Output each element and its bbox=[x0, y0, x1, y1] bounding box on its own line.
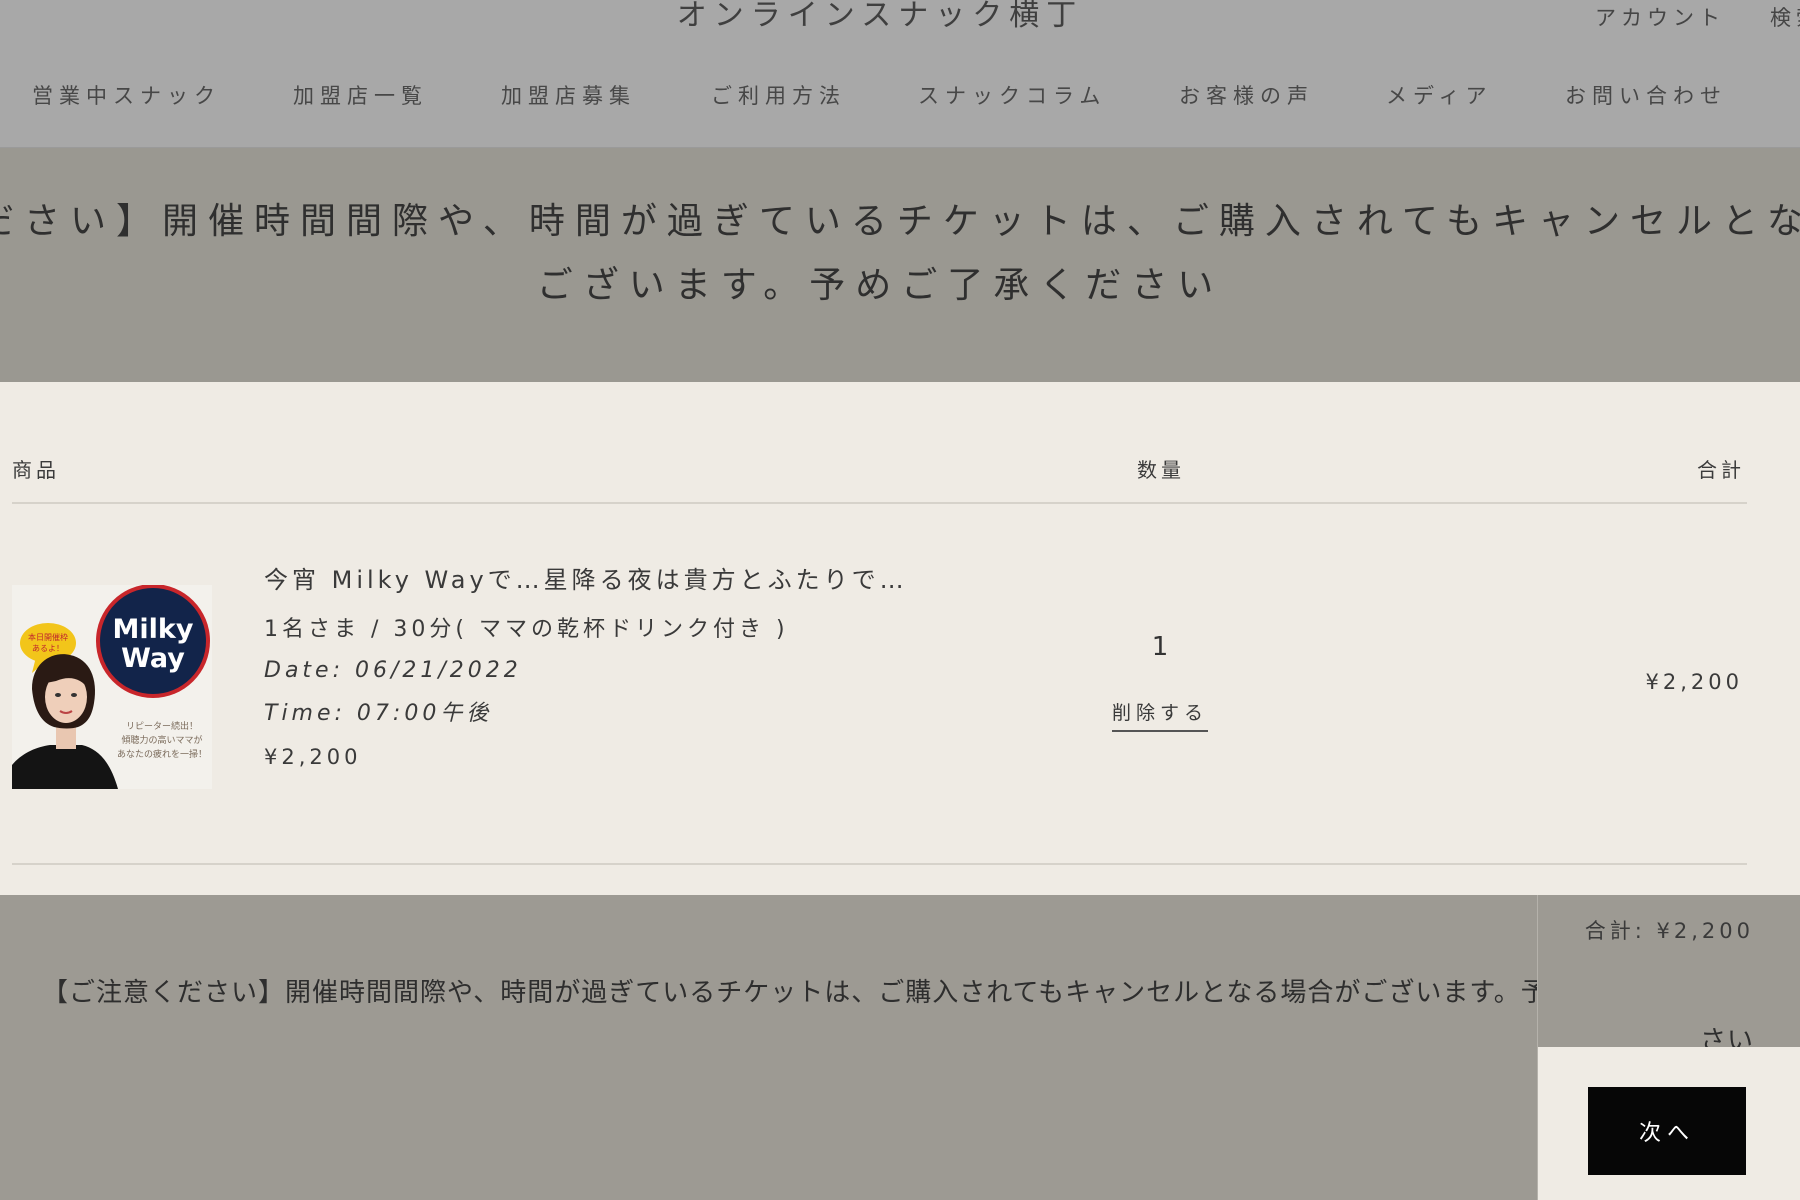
cart-item-price: ¥2,200 bbox=[264, 745, 362, 769]
product-thumbnail[interactable]: 本日開催枠 あるよ！ Milky Way リピーター続出！ 傾聴力の高いママが … bbox=[12, 585, 212, 789]
table-row-divider bbox=[12, 863, 1747, 865]
thumb-logo-line2: Way bbox=[121, 643, 185, 674]
cart-item-quantity[interactable]: 1 bbox=[1140, 632, 1180, 662]
checkout-button-area: 次へ bbox=[1538, 1047, 1800, 1200]
main-nav: 営業中スナック 加盟店一覧 加盟店募集 ご利用方法 スナックコラム お客様の声 … bbox=[0, 80, 1800, 112]
column-header-total: 合計 bbox=[1697, 458, 1745, 482]
site-title[interactable]: オンラインスナック横丁 bbox=[0, 0, 1760, 34]
notice-marquee: ださい】開催時間間際や、時間が過ぎているチケットは、ご購入されてもキャンセルとな… bbox=[0, 148, 1800, 382]
nav-item-recruitment[interactable]: 加盟店募集 bbox=[501, 80, 636, 110]
cart-item-variant: 1名さま / 30分( ママの乾杯ドリンク付き ) bbox=[264, 617, 789, 642]
thumb-caption-1: リピーター続出！ bbox=[126, 720, 198, 732]
column-header-product: 商品 bbox=[12, 458, 60, 482]
remove-item-link[interactable]: 削除する bbox=[1112, 698, 1209, 732]
notice-marquee-line2: ございます。予めご了承ください bbox=[536, 265, 1224, 306]
search-link[interactable]: 検索 bbox=[1770, 2, 1800, 32]
table-header-divider bbox=[12, 502, 1747, 504]
checkout-panel: 合計: ¥2,200 さい 次へ bbox=[1537, 895, 1800, 1200]
cart-subtotal: 合計: ¥2,200 bbox=[1584, 919, 1754, 943]
nav-item-column[interactable]: スナックコラム bbox=[918, 80, 1106, 110]
cart-item-time: Time: 07:00午後 bbox=[264, 701, 493, 726]
milky-way-snack-thumbnail: 本日開催枠 あるよ！ Milky Way リピーター続出！ 傾聴力の高いママが … bbox=[12, 585, 212, 789]
thumb-logo-line1: Milky bbox=[113, 614, 194, 645]
site-header: オンラインスナック横丁 アカウント 検索 営業中スナック 加盟店一覧 加盟店募集… bbox=[0, 0, 1800, 148]
notice-marquee-line1: ださい】開催時間間際や、時間が過ぎているチケットは、ご購入されてもキャンセルとな bbox=[0, 201, 1800, 242]
nav-item-media[interactable]: メディア bbox=[1386, 80, 1493, 110]
thumb-caption-2: 傾聴力の高いママが bbox=[121, 734, 202, 746]
footer-notice: 【ご注意ください】開催時間間際や、時間が過ぎているチケットは、ご購入されてもキャ… bbox=[42, 978, 1710, 1008]
column-header-quantity: 数量 bbox=[1137, 458, 1185, 482]
nav-item-how-to-use[interactable]: ご利用方法 bbox=[711, 80, 846, 110]
cart-item-date: Date: 06/21/2022 bbox=[264, 658, 522, 683]
thumb-caption-3: あなたの疲れを一掃！ bbox=[117, 748, 207, 760]
cart-item-line-total: ¥2,200 bbox=[1645, 670, 1743, 694]
cart-footer bbox=[0, 895, 1800, 1200]
thumb-badge-text-2: あるよ！ bbox=[32, 644, 64, 653]
next-button[interactable]: 次へ bbox=[1588, 1087, 1746, 1175]
nav-item-testimonials[interactable]: お客様の声 bbox=[1179, 80, 1314, 110]
cart-item-name[interactable]: 今宵 Milky Wayで…星降る夜は貴方とふたりで… bbox=[264, 560, 908, 595]
account-link[interactable]: アカウント bbox=[1595, 2, 1725, 32]
nav-item-contact[interactable]: お問い合わせ bbox=[1565, 80, 1727, 110]
thumb-badge-text-1: 本日開催枠 bbox=[28, 632, 68, 642]
nav-item-open-snacks[interactable]: 営業中スナック bbox=[32, 80, 221, 110]
nav-item-member-stores[interactable]: 加盟店一覧 bbox=[293, 80, 428, 110]
